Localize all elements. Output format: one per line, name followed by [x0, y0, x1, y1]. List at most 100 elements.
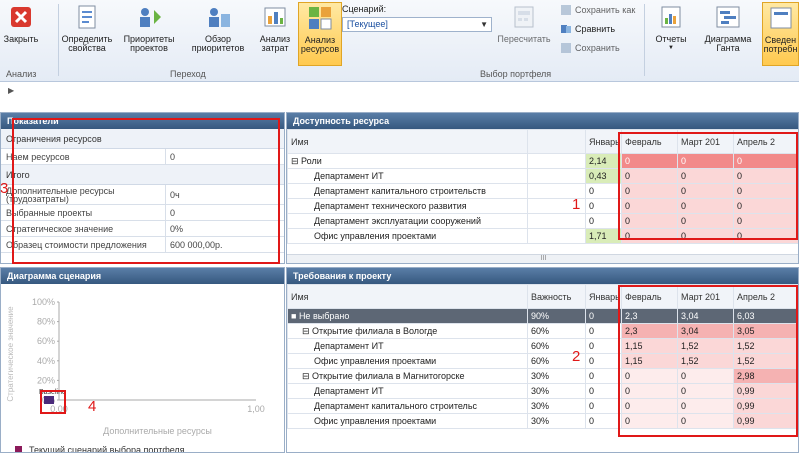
y-tick-label: 80%: [37, 317, 55, 327]
compare-button[interactable]: Сравнить: [560, 22, 615, 36]
value-cell: 0: [585, 198, 622, 214]
column-header-month[interactable]: Январь 2(: [585, 284, 622, 309]
chevron-down-icon: ▼: [668, 45, 674, 51]
row-name: Офис управления проектами: [287, 228, 528, 244]
row-name: Офис управления проектами: [287, 353, 528, 369]
priorities-overview-button[interactable]: Обзор приоритетов: [188, 2, 248, 66]
legend-label: Текущий сценарий выбора портфеля: [29, 445, 185, 453]
row-name-text: Офис управления проектами: [314, 356, 437, 366]
value-cell: 0: [585, 368, 622, 384]
value-cell: 0: [585, 413, 622, 429]
collapse-icon[interactable]: ⊟: [302, 326, 312, 336]
importance-cell: 30%: [527, 413, 586, 429]
row-name-text: Департамент капитального строительс: [314, 401, 478, 411]
group-label-portfolio: Выбор портфеля: [480, 69, 552, 79]
blank-cell: [527, 213, 586, 229]
collapse-icon[interactable]: ⊟: [291, 156, 301, 166]
ribbon: Закрыть Определить свойства Приоритеты п…: [0, 0, 799, 82]
save-label: Сохранить: [575, 43, 620, 53]
ribbon-separator: [644, 4, 645, 76]
reports-label: Отчеты: [655, 34, 687, 44]
collapse-icon[interactable]: ⊟: [302, 371, 312, 381]
y-tick-label: 60%: [37, 336, 55, 346]
scenario-dropdown[interactable]: [Текущее] ▼: [342, 17, 492, 32]
importance-cell: 30%: [527, 368, 586, 384]
value-cell: 0: [585, 308, 622, 324]
blank-cell: [527, 168, 586, 184]
column-header-importance[interactable]: Важность: [527, 284, 586, 309]
sub-toolbar: ▶: [0, 82, 799, 110]
summary-label: Сведен потребн: [763, 35, 798, 54]
row-name-text: Департамент ИТ: [314, 386, 384, 396]
annotation-box-requirements: [618, 285, 798, 437]
group-label-analysis: Анализ: [6, 69, 37, 79]
value-cell: 0: [585, 323, 622, 339]
summary-button[interactable]: Сведен потребн: [762, 2, 799, 66]
annotation-number-1: 1: [572, 196, 581, 213]
recalculate-button[interactable]: Пересчитать: [496, 2, 552, 66]
row-name-text: Офис управления проектами: [314, 416, 437, 426]
importance-cell: 90%: [527, 308, 586, 324]
value-cell: 1,71: [585, 228, 622, 244]
priorities-overview-icon: [209, 8, 230, 27]
row-name-text: Департамент ИТ: [314, 341, 384, 351]
horizontal-scrollbar[interactable]: III: [287, 254, 798, 263]
ribbon-separator: [58, 4, 59, 76]
row-name: Департамент ИТ: [287, 168, 528, 184]
annotation-number-4: 4: [88, 398, 97, 415]
row-name-text: Открытие филиала в Магнитогорске: [312, 370, 465, 381]
resource-analysis-label: Анализ ресурсов: [300, 35, 340, 54]
legend-swatch: [15, 446, 22, 452]
annotation-number-3: 3: [0, 180, 9, 197]
recalculate-label: Пересчитать: [497, 34, 551, 44]
compare-label: Сравнить: [575, 24, 616, 34]
y-tick-label: 20%: [37, 375, 55, 385]
importance-cell: 60%: [527, 323, 586, 339]
importance-cell: 30%: [527, 383, 586, 399]
group-label-navigation: Переход: [170, 69, 206, 79]
value-cell: 2,14: [585, 153, 622, 169]
row-name: Департамент ИТ: [287, 383, 528, 399]
value-cell: 0: [585, 213, 622, 229]
cost-analysis-label: Анализ затрат: [259, 34, 291, 53]
scenario-chart-title: Диаграмма сценария: [1, 268, 284, 284]
column-header-month[interactable]: Январь 2(: [585, 129, 622, 154]
column-header-name[interactable]: Имя: [287, 284, 528, 309]
save-as-label: Сохранить как: [575, 5, 636, 15]
gantt-button[interactable]: Диаграмма Ганта: [700, 2, 756, 66]
reports-button[interactable]: Отчеты ▼: [650, 2, 692, 66]
resource-analysis-button[interactable]: Анализ ресурсов: [298, 2, 342, 66]
y-tick-label: 100%: [32, 297, 55, 307]
scenario-value: [Текущее]: [347, 19, 388, 29]
column-header-blank: [527, 129, 586, 154]
close-icon: [11, 7, 31, 27]
chevron-down-icon: ▼: [480, 20, 488, 29]
row-name: Департамент ИТ: [287, 338, 528, 354]
gantt-label: Диаграмма Ганта: [704, 34, 752, 53]
priorities-label: Приоритеты проектов: [123, 34, 175, 53]
save-button[interactable]: Сохранить: [560, 41, 620, 55]
cost-analysis-icon: [264, 7, 286, 27]
reports-icon: [661, 6, 681, 28]
save-as-button[interactable]: Сохранить как: [560, 3, 635, 17]
row-name-text: Роли: [301, 155, 322, 166]
define-properties-button[interactable]: Определить свойства: [60, 2, 114, 66]
x-axis-label: Дополнительные ресурсы: [103, 426, 212, 436]
value-cell: 0: [585, 398, 622, 414]
collapse-icon[interactable]: ■: [291, 311, 299, 321]
row-name: Офис управления проектами: [287, 413, 528, 429]
save-icon: [561, 43, 571, 53]
scenario-chart-panel: Диаграмма сценария 100%80%60%40%20%0%0,0…: [0, 267, 285, 453]
close-button[interactable]: Закрыть: [4, 2, 38, 66]
row-name: Департамент капитального строительств: [287, 183, 528, 199]
y-tick-label: 40%: [37, 356, 55, 366]
column-header-name[interactable]: Имя: [287, 129, 528, 154]
scenario-chart: 100%80%60%40%20%0%0,001,00Дополнительные…: [6, 297, 265, 453]
expand-icon[interactable]: ▶: [8, 86, 14, 95]
cost-analysis-button[interactable]: Анализ затрат: [256, 2, 294, 66]
row-name: ■ Не выбрано: [287, 308, 528, 324]
row-name-text: Открытие филиала в Вологде: [312, 325, 438, 336]
priorities-button[interactable]: Приоритеты проектов: [122, 2, 176, 66]
define-properties-label: Определить свойства: [61, 34, 113, 53]
x-tick-label: 1,00: [247, 404, 265, 414]
